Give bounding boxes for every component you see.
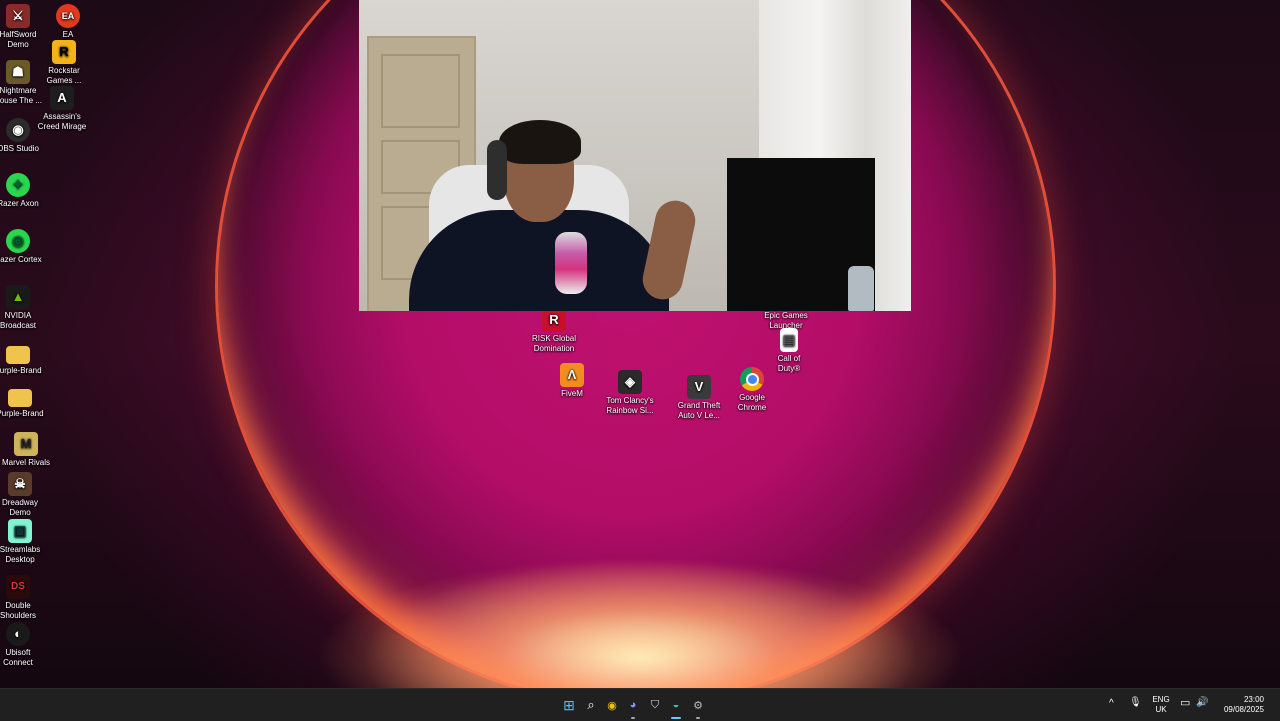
desktop-icon-label: Rockstar Games ... — [46, 66, 82, 85]
risk-icon: R — [542, 308, 566, 332]
call-of-duty-icon: ▤ — [780, 328, 798, 352]
desktop-icon-risk[interactable]: R RISK Global Domination — [518, 308, 590, 354]
desktop-icon-label: RISK Global Domination — [531, 334, 577, 353]
desktop-icon-label: Tom Clancy's Rainbow Si... — [606, 396, 654, 415]
clock-time: 23:00 — [1243, 695, 1264, 704]
desktop-icon-label: Marvel Rivals — [1, 458, 50, 467]
discord-taskbar-icon[interactable]: ◕ — [625, 697, 641, 713]
desktop-icon-label: NVIDIA Broadcast — [0, 311, 37, 330]
clock[interactable]: 23:00 09/08/2025 — [1214, 695, 1264, 715]
webcam-overlay — [359, 0, 911, 311]
desktop-icon-label: Purple-Brand — [0, 409, 44, 418]
network-icon[interactable]: ▭ — [1180, 698, 1190, 709]
start-button-icon[interactable]: ⊞ — [561, 697, 577, 713]
language-region: UK — [1155, 705, 1167, 714]
double-shoulders-icon: DS — [6, 575, 30, 599]
dreadway-icon: ☠ — [8, 472, 32, 496]
rainbow-six-icon: ◈ — [618, 370, 642, 394]
gta-v-icon: V — [687, 375, 711, 399]
folder-icon — [8, 389, 32, 407]
razer-axon-icon: ✦ — [6, 173, 30, 197]
webcam-bottle — [848, 266, 874, 311]
ubisoft-icon: ◐ — [6, 622, 30, 646]
running-indicator — [696, 717, 700, 719]
language-indicator[interactable]: ENG UK — [1150, 695, 1172, 715]
desktop-icon-razer-axon[interactable]: ✦ Razer Axon — [0, 173, 54, 209]
microphone-icon[interactable]: 🎙 — [1129, 698, 1142, 708]
nvidia-icon: ▲ — [6, 285, 30, 309]
desktop-icon-label: Streamlabs Desktop — [0, 545, 41, 564]
chrome-icon — [740, 367, 764, 391]
desktop-icon-label: Double Shoulders — [0, 601, 37, 620]
chrome-taskbar-icon[interactable]: ◉ — [604, 697, 620, 713]
shield-taskbar-icon[interactable]: ⛉ — [647, 697, 663, 713]
clock-date: 09/08/2025 — [1223, 705, 1264, 714]
language-code: ENG — [1152, 695, 1170, 704]
desktop-icon-ubisoft[interactable]: ◐ Ubisoft Connect — [0, 622, 54, 668]
desktop-icon-ea[interactable]: EA EA — [32, 4, 104, 40]
desktop-icon-label: Ubisoft Connect — [3, 648, 33, 667]
desktop-icon-streamlabs[interactable]: ▣ Streamlabs Desktop — [0, 519, 56, 565]
desktop-icon-dreadway[interactable]: ☠ Dreadway Demo — [0, 472, 56, 518]
webcam-microphone — [555, 232, 587, 294]
desktop-icon-obs[interactable]: ◉ OBS Studio — [0, 118, 54, 154]
desktop-icon-nvidia-broadcast[interactable]: ▲ NVIDIA Broadcast — [0, 285, 54, 331]
desktop-icon-purple-brand-1[interactable]: Purple-Brand — [0, 342, 54, 376]
wallpaper-glow — [360, 560, 920, 688]
edge-taskbar-icon[interactable]: ◒ — [668, 697, 684, 713]
desktop-icon-label: Dreadway Demo — [1, 498, 38, 517]
desktop-icon-purple-brand-2[interactable]: Purple-Brand — [0, 385, 56, 419]
active-indicator — [671, 717, 681, 719]
halfsword-icon: ⚔ — [6, 4, 30, 28]
running-indicator — [631, 717, 635, 719]
desktop-icon-label: Purple-Brand — [0, 366, 42, 375]
nightmare-house-icon: ☗ — [6, 60, 30, 84]
desktop-icon-label: Razer Axon — [0, 199, 39, 208]
obs-icon: ◉ — [6, 118, 30, 142]
razer-cortex-icon: ◎ — [6, 229, 30, 253]
webcam-person-hair — [499, 120, 581, 164]
desktop-icon-label: Google Chrome — [737, 393, 767, 412]
settings-taskbar-icon[interactable]: ⚙ — [690, 697, 706, 713]
rockstar-icon: R — [52, 40, 76, 64]
desktop-icon-chrome[interactable]: Google Chrome — [716, 367, 788, 413]
search-icon[interactable]: ⌕ — [583, 697, 599, 713]
webcam-person-arm — [639, 196, 699, 304]
desktop-icon-label: Razer Cortex — [0, 255, 42, 264]
volume-icon[interactable]: 🔊 — [1196, 698, 1208, 708]
desktop-icon-label: EA — [62, 30, 74, 39]
fivem-icon: Λ — [560, 363, 584, 387]
tray-chevron-icon[interactable]: ^ — [1109, 699, 1114, 709]
desktop-icon-rockstar[interactable]: R Rockstar Games ... — [28, 40, 100, 86]
webcam-headset — [487, 140, 507, 200]
desktop-icon-double-shoulders[interactable]: DS Double Shoulders — [0, 575, 54, 621]
desktop-icon-marvel-rivals[interactable]: M Marvel Rivals — [0, 432, 62, 468]
webcam-person — [409, 210, 669, 311]
desktop-background: ⚔ HalfSword Demo EA EA ☗ Nightmare House… — [0, 0, 1280, 688]
desktop-icon-label: OBS Studio — [0, 144, 39, 153]
desktop-icon-razer-cortex[interactable]: ◎ Razer Cortex — [0, 229, 54, 265]
taskbar: ⊞ ⌕ ◉ ◕ ⛉ ◒ ⚙ ^ 🎙 ENG UK ▭ 🔊 23:00 09/08… — [0, 688, 1280, 721]
streamlabs-icon: ▣ — [8, 519, 32, 543]
marvel-rivals-icon: M — [14, 432, 38, 456]
desktop-icon-rainbow-six[interactable]: ◈ Tom Clancy's Rainbow Si... — [594, 370, 666, 416]
folder-icon — [6, 346, 30, 364]
ea-icon: EA — [56, 4, 80, 28]
assassins-creed-icon: A — [50, 86, 74, 110]
